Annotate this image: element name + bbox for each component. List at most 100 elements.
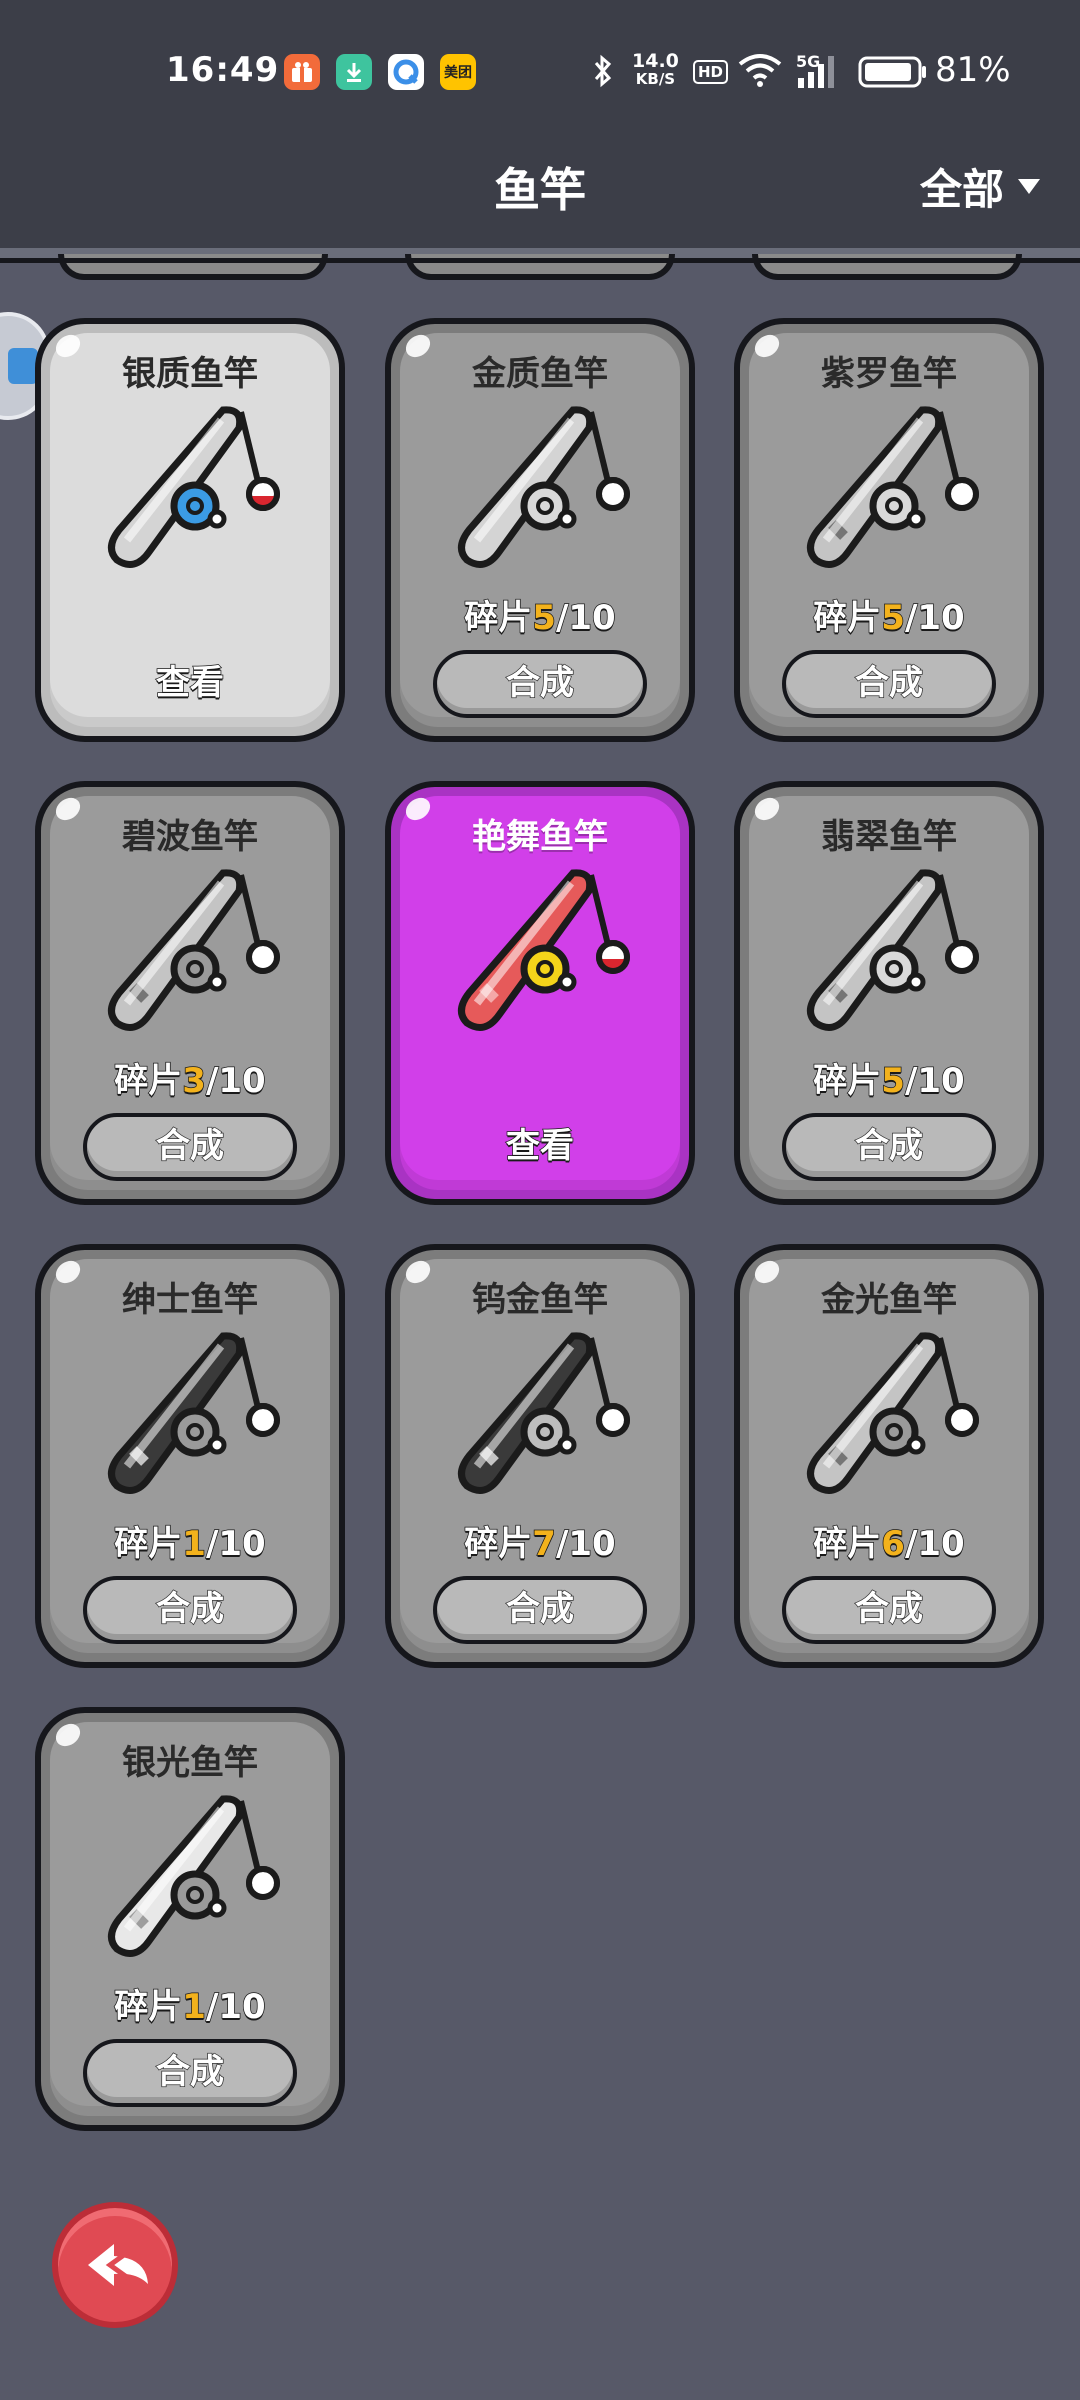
view-button[interactable]: 查看	[83, 650, 297, 718]
fragment-separator: /	[904, 597, 918, 639]
fragment-total: 10	[917, 1523, 966, 1565]
fragment-label: 碎片	[813, 1060, 883, 1102]
merge-button[interactable]: 合成	[433, 1576, 647, 1644]
fragment-separator: /	[555, 597, 569, 639]
rod-name: 银质鱼竿	[122, 354, 258, 394]
rod-name: 翡翠鱼竿	[821, 817, 957, 857]
merge-button[interactable]: 合成	[83, 2039, 297, 2107]
rod-card[interactable]: 紫罗鱼竿 碎片5/10 合成	[734, 318, 1044, 742]
fragment-total: 10	[568, 597, 617, 639]
download-app-icon	[336, 54, 372, 90]
fishing-rod-icon	[453, 1328, 633, 1508]
battery-percent: 81%	[935, 50, 1011, 90]
fragment-progress: 碎片7/10	[391, 1516, 689, 1565]
merge-button[interactable]: 合成	[83, 1113, 297, 1181]
page-title: 鱼竿	[494, 163, 586, 217]
rod-card[interactable]: 绅士鱼竿 碎片1/10 合成	[35, 1244, 345, 1668]
rod-name: 银光鱼竿	[122, 1743, 258, 1783]
page-header: 鱼竿 全部	[0, 136, 1080, 248]
browser-app-icon	[388, 54, 424, 90]
status-time: 16:49	[166, 50, 280, 90]
rod-card[interactable]: 银光鱼竿 碎片1/10 合成	[35, 1707, 345, 2131]
rod-card[interactable]: 艳舞鱼竿 查看	[385, 781, 695, 1205]
fragment-label: 碎片	[114, 1060, 184, 1102]
fragment-total: 10	[218, 1060, 267, 1102]
fishing-rod-icon	[103, 1328, 283, 1508]
fragment-total: 10	[218, 1523, 267, 1565]
fishing-rod-icon	[453, 402, 633, 582]
rod-name: 艳舞鱼竿	[472, 817, 608, 857]
fragment-count: 5	[532, 597, 557, 639]
header-bottom-line	[0, 258, 1080, 263]
fragment-total: 10	[917, 597, 966, 639]
fragment-label: 碎片	[114, 1523, 184, 1565]
rod-card[interactable]: 钨金鱼竿 碎片7/10 合成	[385, 1244, 695, 1668]
fragment-separator: /	[205, 1986, 219, 2028]
rod-name: 金光鱼竿	[821, 1280, 957, 1320]
fragment-total: 10	[568, 1523, 617, 1565]
back-button[interactable]	[52, 2202, 178, 2328]
fragment-label: 碎片	[813, 1523, 883, 1565]
view-button[interactable]: 查看	[433, 1113, 647, 1181]
fragment-progress: 碎片5/10	[740, 1053, 1038, 1102]
rod-name: 绅士鱼竿	[122, 1280, 258, 1320]
battery-icon	[858, 56, 926, 88]
fishing-rod-icon	[802, 865, 982, 1045]
bluetooth-icon	[594, 54, 612, 88]
merge-button[interactable]: 合成	[782, 1576, 996, 1644]
rod-card[interactable]: 翡翠鱼竿 碎片5/10 合成	[734, 781, 1044, 1205]
fragment-count: 5	[881, 597, 906, 639]
fishing-rod-icon	[802, 402, 982, 582]
rod-name: 金质鱼竿	[472, 354, 608, 394]
fragment-count: 5	[881, 1060, 906, 1102]
fragment-progress: 碎片5/10	[391, 590, 689, 639]
wifi-icon	[738, 54, 782, 87]
fragment-count: 3	[182, 1060, 207, 1102]
meituan-app-icon: 美团	[440, 54, 476, 90]
fragment-count: 1	[182, 1523, 207, 1565]
network-speed: 14.0 KB/S	[632, 50, 679, 88]
rod-card[interactable]: 金质鱼竿 碎片5/10 合成	[385, 318, 695, 742]
fragment-count: 1	[182, 1986, 207, 2028]
fragment-progress: 碎片1/10	[41, 1516, 339, 1565]
fishing-rod-icon	[802, 1328, 982, 1508]
rod-name: 钨金鱼竿	[472, 1280, 608, 1320]
fishing-rod-icon	[103, 402, 283, 582]
rod-name: 紫罗鱼竿	[821, 354, 957, 394]
fragment-separator: /	[904, 1523, 918, 1565]
fragment-total: 10	[218, 1986, 267, 2028]
merge-button[interactable]: 合成	[433, 650, 647, 718]
rod-card[interactable]: 金光鱼竿 碎片6/10 合成	[734, 1244, 1044, 1668]
fragment-progress: 碎片6/10	[740, 1516, 1038, 1565]
fragment-count: 7	[532, 1523, 557, 1565]
merge-button[interactable]: 合成	[83, 1576, 297, 1644]
filter-label: 全部	[919, 165, 1004, 214]
status-bar: 16:49 美团 14.0 KB/S HD 5G 81%	[0, 0, 1080, 136]
merge-button[interactable]: 合成	[782, 650, 996, 718]
photo-icon	[8, 348, 38, 384]
fragment-total: 10	[917, 1060, 966, 1102]
fragment-progress: 碎片5/10	[740, 590, 1038, 639]
rod-card[interactable]: 银质鱼竿 查看	[35, 318, 345, 742]
fragment-label: 碎片	[464, 597, 534, 639]
fragment-separator: /	[205, 1523, 219, 1565]
fragment-count: 6	[881, 1523, 906, 1565]
fishing-rod-icon	[103, 865, 283, 1045]
fragment-progress: 碎片3/10	[41, 1053, 339, 1102]
fragment-separator: /	[555, 1523, 569, 1565]
fishing-rod-icon	[103, 1791, 283, 1971]
rod-name: 碧波鱼竿	[122, 817, 258, 857]
fragment-label: 碎片	[464, 1523, 534, 1565]
fragment-progress: 碎片1/10	[41, 1979, 339, 2028]
fragment-label: 碎片	[114, 1986, 184, 2028]
back-arrow-icon	[88, 2244, 148, 2286]
signal-icon	[798, 56, 834, 88]
fragment-separator: /	[205, 1060, 219, 1102]
merge-button[interactable]: 合成	[782, 1113, 996, 1181]
filter-dropdown[interactable]: 全部	[920, 156, 1040, 217]
hd-badge: HD	[693, 60, 729, 84]
gift-app-icon	[284, 54, 320, 90]
fragment-label: 碎片	[813, 597, 883, 639]
rod-card[interactable]: 碧波鱼竿 碎片3/10 合成	[35, 781, 345, 1205]
fishing-rod-icon	[453, 865, 633, 1045]
